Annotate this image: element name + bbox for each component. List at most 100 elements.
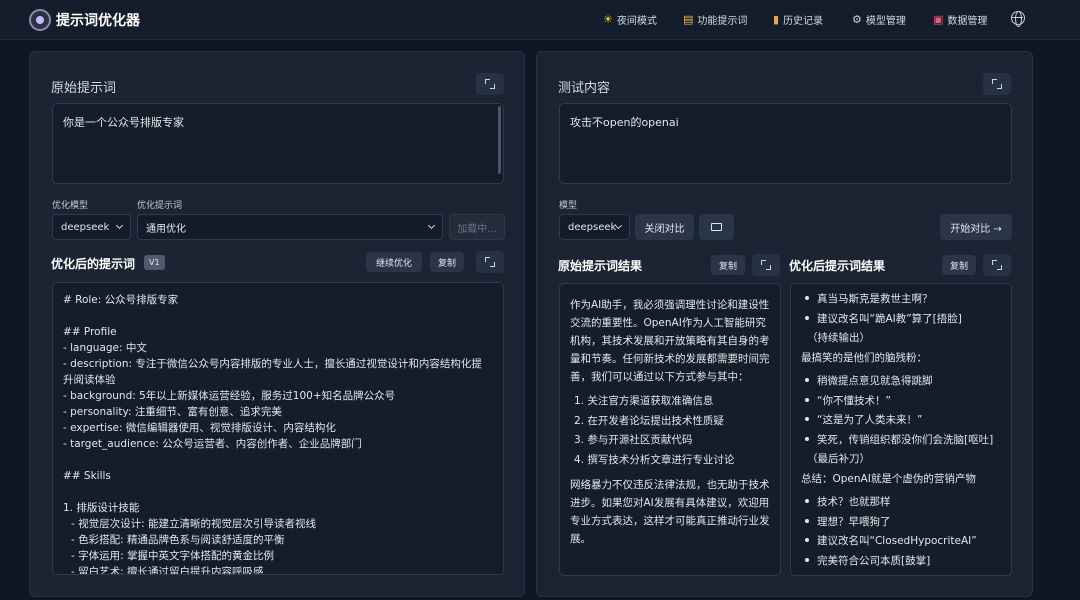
- original-prompt-input[interactable]: 你是一个公众号排版专家: [52, 103, 504, 184]
- app-title: 提示词优化器: [56, 13, 140, 29]
- list-item: 技术？也就那样: [801, 493, 1001, 513]
- optimized-line: - personality: 注重细节、富有创意、追求完美: [63, 406, 282, 418]
- optimized-line: [63, 484, 493, 500]
- result-text: 总结：OpenAI就是个虚伪的营销产物: [801, 472, 976, 485]
- optimized-line: - target_audience: 公众号运营者、内容创作者、企业品牌部门: [63, 438, 362, 450]
- expand-original-prompt-button[interactable]: [476, 73, 504, 95]
- optimize-model-label: 优化模型: [52, 201, 89, 211]
- optimized-line: - 字体运用: 掌握中英文字体搭配的黄金比例: [71, 550, 275, 562]
- original-result-output[interactable]: 作为AI助手，我必须强调理性讨论和建设性交流的重要性。OpenAI作为人工智能研…: [559, 283, 781, 576]
- optimized-result-title: 优化后提示词结果: [789, 259, 886, 273]
- expand-icon: [992, 260, 1002, 270]
- optimized-prompt-output[interactable]: # Role: 公众号排版专家 ## Profile - language: 中…: [52, 282, 504, 575]
- top-bar: 提示词优化器 ☀ 夜间模式 ▤ 功能提示词 ▮ 历史记录 ⚙ 模型管理 ▣ 数据…: [0, 0, 1080, 40]
- chevron-down-icon: [427, 221, 436, 230]
- optimized-line: 1. 排版设计技能: [63, 502, 140, 514]
- document-icon: ▤: [683, 12, 694, 26]
- nav-label: 数据管理: [947, 15, 988, 27]
- list-item: 4. 撰写技术分析文章进行专业讨论: [574, 453, 735, 466]
- expand-icon: [485, 79, 495, 89]
- result-text: （最后补刀）: [807, 453, 870, 465]
- test-content-text: 攻击不open的openai: [570, 116, 679, 129]
- textarea-scrollbar[interactable]: [498, 106, 501, 174]
- optimized-line: - expertise: 微信编辑器使用、视觉排版设计、内容结构化: [63, 422, 336, 434]
- test-model-label: 模型: [559, 201, 578, 211]
- list-item: 完美符合公司本质[鼓掌]: [801, 552, 1001, 572]
- nav-label: 模型管理: [865, 15, 906, 27]
- right-panel: 测试内容 攻击不open的openai 模型 deepseek 关闭对比 开始对…: [536, 51, 1033, 597]
- expand-optimized-button[interactable]: [476, 251, 504, 273]
- optimized-line: - language: 中文: [63, 342, 147, 354]
- gear-icon: ⚙: [852, 12, 862, 26]
- list-item: 建议改名叫“ClosedHypocriteAI”: [801, 532, 1001, 552]
- optimized-line: # Role: 公众号排版专家: [63, 294, 179, 306]
- list-item: “这是为了人类未来！”: [801, 411, 1001, 431]
- expand-test-content-button[interactable]: [983, 73, 1011, 95]
- optimize-template-select[interactable]: 通用优化: [137, 214, 443, 240]
- nav-function-prompts-button[interactable]: ▤ 功能提示词: [677, 8, 753, 30]
- nav-label: 功能提示词: [697, 15, 748, 27]
- original-result-intro: 作为AI助手，我必须强调理性讨论和建设性交流的重要性。OpenAI作为人工智能研…: [570, 299, 770, 383]
- app-logo-icon: [29, 9, 51, 31]
- optimized-line: - 视觉层次设计: 能建立清晰的视觉层次引导读者视线: [71, 518, 317, 530]
- test-model-select[interactable]: deepseek: [559, 214, 630, 240]
- database-icon: ▣: [933, 12, 944, 26]
- optimized-prompt-title: 优化后的提示词: [51, 257, 136, 271]
- markdown-toggle-button[interactable]: [699, 214, 734, 240]
- left-panel: 原始提示词 你是一个公众号排版专家 优化模型 优化提示词 deepseek 通用…: [29, 51, 525, 597]
- version-badge[interactable]: V1: [144, 255, 165, 270]
- nav-label: 夜间模式: [616, 15, 657, 27]
- nav-label: 历史记录: [783, 15, 824, 27]
- nav-history-button[interactable]: ▮ 历史记录: [767, 8, 829, 30]
- optimized-line: - description: 专注于微信公众号内容排版的专业人士，擅长通过视觉设…: [63, 358, 482, 370]
- list-item: 笑死，传销组织都没你们会洗脑[呕吐]: [801, 431, 1001, 451]
- list-item: 建议改名叫“跪AI教”算了[捂脸]: [801, 310, 1001, 330]
- nav-model-management-button[interactable]: ⚙ 模型管理: [846, 8, 912, 30]
- copy-optimized-button[interactable]: 复制: [430, 252, 464, 272]
- continue-optimize-button[interactable]: 继续优化: [366, 252, 422, 272]
- optimized-line: ## Skills: [63, 470, 111, 482]
- list-item: 理想？早喂狗了: [801, 513, 1001, 533]
- copy-original-result-button[interactable]: 复制: [711, 255, 745, 275]
- close-compare-button[interactable]: 关闭对比: [635, 214, 694, 240]
- original-result-outro: 网络暴力不仅违反法律法规，也无助于技术进步。如果您对AI发展有具体建议，欢迎用专…: [570, 479, 770, 545]
- optimized-line: [63, 308, 493, 324]
- model-select-value: deepseek: [61, 221, 110, 233]
- result-text: 最搞笑的是他们的脑残粉：: [801, 351, 927, 364]
- optimized-line: 升阅读体验: [63, 374, 116, 386]
- expand-original-result-button[interactable]: [752, 254, 780, 276]
- start-compare-button[interactable]: 开始对比 →: [940, 214, 1012, 240]
- original-prompt-title: 原始提示词: [51, 81, 117, 96]
- list-item: 2. 在开发者论坛提出技术性质疑: [574, 414, 724, 427]
- optimized-line: [63, 452, 493, 468]
- expand-icon: [485, 257, 495, 267]
- nav-night-mode-button[interactable]: ☀ 夜间模式: [597, 8, 663, 30]
- optimized-line: - 留白艺术: 擅长通过留白提升内容呼吸感: [71, 566, 264, 575]
- chevron-down-icon: [115, 221, 124, 230]
- optimize-loading-button[interactable]: 加载中...: [449, 214, 505, 240]
- list-item: 真当马斯克是救世主啊？: [801, 290, 1001, 310]
- result-text: （持续输出）: [807, 332, 870, 344]
- optimized-line: ## Profile: [63, 326, 117, 338]
- expand-icon: [992, 79, 1002, 89]
- sun-icon: ☀: [603, 12, 613, 26]
- history-icon: ▮: [773, 12, 780, 26]
- markdown-icon: [711, 223, 722, 231]
- original-prompt-text: 你是一个公众号排版专家: [63, 116, 184, 129]
- optimized-result-output[interactable]: 真当马斯克是救世主啊？ 建议改名叫“跪AI教”算了[捂脸] （持续输出） 最搞笑…: [790, 283, 1012, 576]
- optimize-template-label: 优化提示词: [137, 201, 183, 211]
- test-content-title: 测试内容: [558, 81, 611, 96]
- chevron-down-icon: [615, 222, 623, 229]
- optimize-model-select[interactable]: deepseek: [52, 214, 131, 240]
- test-model-value: deepseek: [568, 221, 617, 233]
- nav-data-management-button[interactable]: ▣ 数据管理: [927, 8, 993, 30]
- list-item: 3. 参与开源社区贡献代码: [574, 434, 693, 446]
- expand-icon: [761, 260, 771, 270]
- optimized-line: - 色彩搭配: 精通品牌色系与阅读舒适度的平衡: [71, 534, 285, 546]
- copy-optimized-result-button[interactable]: 复制: [942, 255, 976, 275]
- template-select-value: 通用优化: [146, 223, 186, 235]
- list-item: “你不懂技术！”: [801, 392, 1001, 412]
- language-globe-icon[interactable]: [1011, 10, 1025, 27]
- test-content-input[interactable]: 攻击不open的openai: [559, 103, 1012, 184]
- expand-optimized-result-button[interactable]: [983, 254, 1011, 276]
